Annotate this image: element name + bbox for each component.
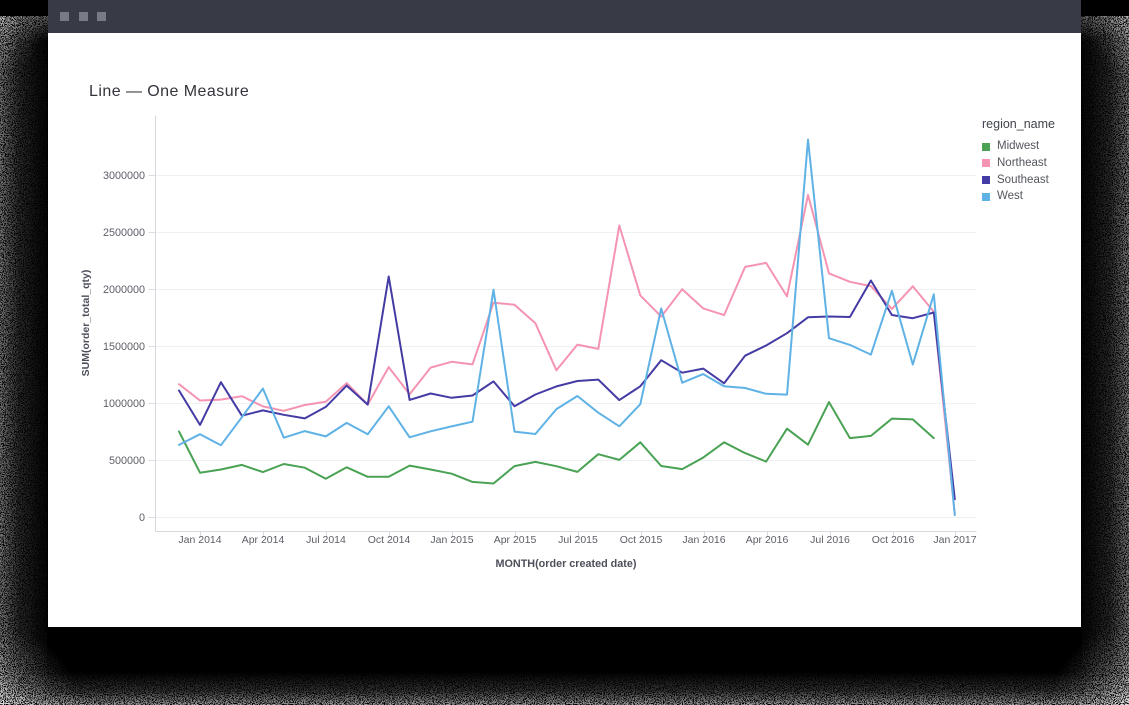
svg-text:Jan 2015: Jan 2015 <box>430 534 473 546</box>
svg-text:2500000: 2500000 <box>103 227 145 239</box>
svg-text:Jan 2016: Jan 2016 <box>682 534 725 546</box>
svg-text:1500000: 1500000 <box>103 341 145 353</box>
svg-text:SUM(order_total_qty): SUM(order_total_qty) <box>80 270 92 377</box>
svg-text:2000000: 2000000 <box>103 284 145 296</box>
svg-text:3000000: 3000000 <box>103 170 145 182</box>
svg-text:Jul 2016: Jul 2016 <box>810 534 850 546</box>
svg-text:1000000: 1000000 <box>103 398 145 410</box>
svg-text:Apr 2014: Apr 2014 <box>242 534 285 546</box>
svg-text:Jan 2014: Jan 2014 <box>178 534 221 546</box>
svg-text:Jul 2014: Jul 2014 <box>306 534 346 546</box>
svg-text:MONTH(order created date): MONTH(order created date) <box>496 558 637 570</box>
svg-text:500000: 500000 <box>109 455 145 467</box>
svg-text:Oct 2015: Oct 2015 <box>620 534 663 546</box>
svg-text:0: 0 <box>139 512 145 524</box>
svg-text:Oct 2016: Oct 2016 <box>872 534 915 546</box>
svg-text:Jul 2015: Jul 2015 <box>558 534 598 546</box>
svg-text:Apr 2016: Apr 2016 <box>746 534 789 546</box>
svg-text:Apr 2015: Apr 2015 <box>494 534 537 546</box>
svg-text:Oct 2014: Oct 2014 <box>368 534 411 546</box>
svg-text:Jan 2017: Jan 2017 <box>933 534 976 546</box>
